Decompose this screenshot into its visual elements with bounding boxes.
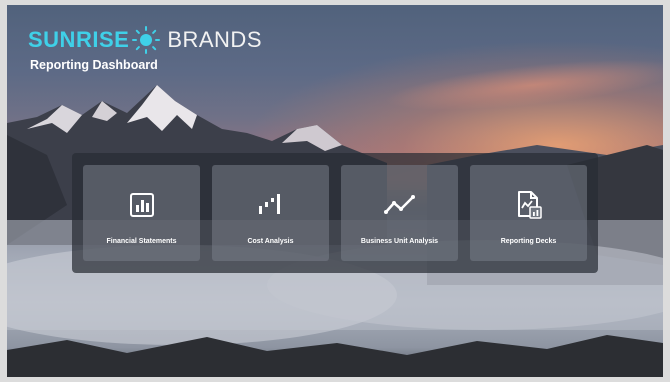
step-chart-icon (258, 194, 280, 214)
brand-name-rise: RISE (75, 27, 130, 52)
report-document-icon (517, 191, 542, 219)
brand-name-sun: SUN (28, 27, 76, 52)
tile-reporting-decks[interactable]: Reporting Decks (470, 165, 587, 261)
bar-chart-icon (129, 193, 154, 217)
brand-name-brands: BRANDS (167, 27, 262, 52)
tile-label: Cost Analysis (247, 238, 294, 245)
tile-business-unit-analysis[interactable]: Business Unit Analysis (341, 165, 458, 261)
report-tiles: Financial Statements Cost Analysis Busin… (83, 165, 587, 261)
sun-icon (132, 26, 161, 54)
page-subtitle: Reporting Dashboard (30, 58, 158, 72)
tile-label: Business Unit Analysis (360, 238, 439, 245)
brand-logo[interactable]: SUN RISE BRANDS (28, 24, 262, 56)
tile-financial-statements[interactable]: Financial Statements (83, 165, 200, 261)
tile-label: Financial Statements (106, 238, 177, 245)
line-chart-icon (383, 195, 415, 214)
tile-cost-analysis[interactable]: Cost Analysis (212, 165, 329, 261)
tile-label: Reporting Decks (500, 238, 557, 245)
